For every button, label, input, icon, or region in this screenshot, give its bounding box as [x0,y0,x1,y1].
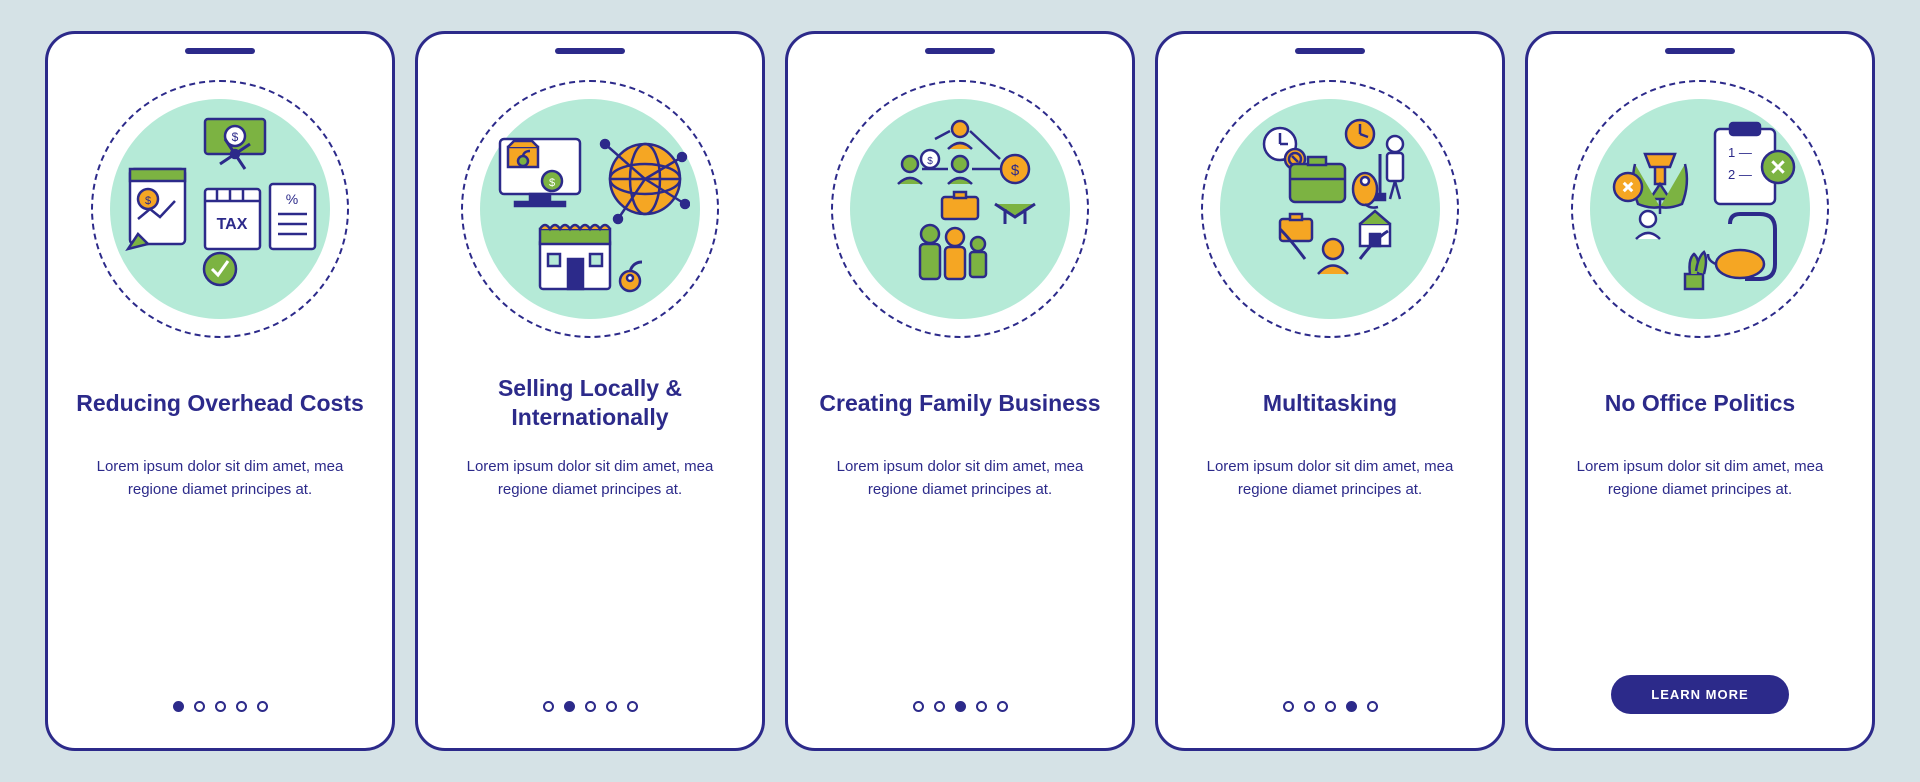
learn-more-button[interactable]: LEARN MORE [1611,675,1788,714]
pagination-dot-2[interactable] [934,701,945,712]
politics-icon: 1 —2 — [1600,109,1800,309]
pagination-dot-2[interactable] [194,701,205,712]
pagination-dot-4[interactable] [606,701,617,712]
screen-title: No Office Politics [1605,374,1795,432]
pagination-dot-5[interactable] [997,701,1008,712]
pagination-dot-1[interactable] [173,701,184,712]
screen-description: Lorem ipsum dolor sit dim amet, mea regi… [1200,456,1460,501]
pagination-dot-2[interactable] [1304,701,1315,712]
screen-title: Multitasking [1263,374,1397,432]
screen-description: Lorem ipsum dolor sit dim amet, mea regi… [90,456,350,501]
onboarding-screens-container: $ $ TAX % Reducing Overhead Costs Lorem i… [45,31,1875,751]
pagination-dot-4[interactable] [1346,701,1357,712]
onboarding-screen-3: $ $ Creating Family Business Lorem ipsum … [785,31,1135,751]
pagination-dots [913,701,1008,712]
family-icon: $ $ [860,109,1060,309]
onboarding-screen-5: 1 —2 — No Office PoliticsLorem ipsum dol… [1525,31,1875,751]
illustration-family: $ $ [830,79,1090,339]
svg-text:$: $ [927,156,933,167]
screen-description: Lorem ipsum dolor sit dim amet, mea regi… [1570,456,1830,501]
screen-title: Selling Locally & Internationally [443,374,737,432]
illustration-costs: $ $ TAX % [90,79,350,339]
svg-text:TAX: TAX [217,216,248,233]
pagination-dot-1[interactable] [913,701,924,712]
svg-text:2 —: 2 — [1728,167,1752,182]
pagination-dot-4[interactable] [976,701,987,712]
svg-text:$: $ [232,130,239,144]
pagination-dot-5[interactable] [1367,701,1378,712]
pagination-dot-1[interactable] [1283,701,1294,712]
svg-text:%: % [286,191,298,207]
screen-title: Creating Family Business [819,374,1100,432]
pagination-dot-3[interactable] [1325,701,1336,712]
illustration-multitask [1200,79,1460,339]
pagination-dots [543,701,638,712]
illustration-politics: 1 —2 — [1570,79,1830,339]
svg-text:$: $ [145,195,151,207]
pagination-dots [173,701,268,712]
onboarding-screen-4: Multitasking Lorem ipsum dolor sit dim am… [1155,31,1505,751]
onboarding-screen-1: $ $ TAX % Reducing Overhead Costs Lorem i… [45,31,395,751]
multitask-icon [1230,109,1430,309]
illustration-selling: $ [460,79,720,339]
pagination-dot-5[interactable] [257,701,268,712]
pagination-dot-5[interactable] [627,701,638,712]
screen-description: Lorem ipsum dolor sit dim amet, mea regi… [830,456,1090,501]
screen-title: Reducing Overhead Costs [76,374,364,432]
pagination-dot-3[interactable] [215,701,226,712]
svg-text:$: $ [1011,162,1020,179]
onboarding-screen-2: $ Selling Locally & Internationally Lorem… [415,31,765,751]
pagination-dot-3[interactable] [955,701,966,712]
svg-text:$: $ [549,177,555,189]
pagination-dot-1[interactable] [543,701,554,712]
costs-icon: $ $ TAX % [120,109,320,309]
pagination-dot-4[interactable] [236,701,247,712]
pagination-dot-3[interactable] [585,701,596,712]
screen-description: Lorem ipsum dolor sit dim amet, mea regi… [460,456,720,501]
selling-icon: $ [490,109,690,309]
pagination-dots [1283,701,1378,712]
pagination-dot-2[interactable] [564,701,575,712]
svg-text:1 —: 1 — [1728,145,1752,160]
